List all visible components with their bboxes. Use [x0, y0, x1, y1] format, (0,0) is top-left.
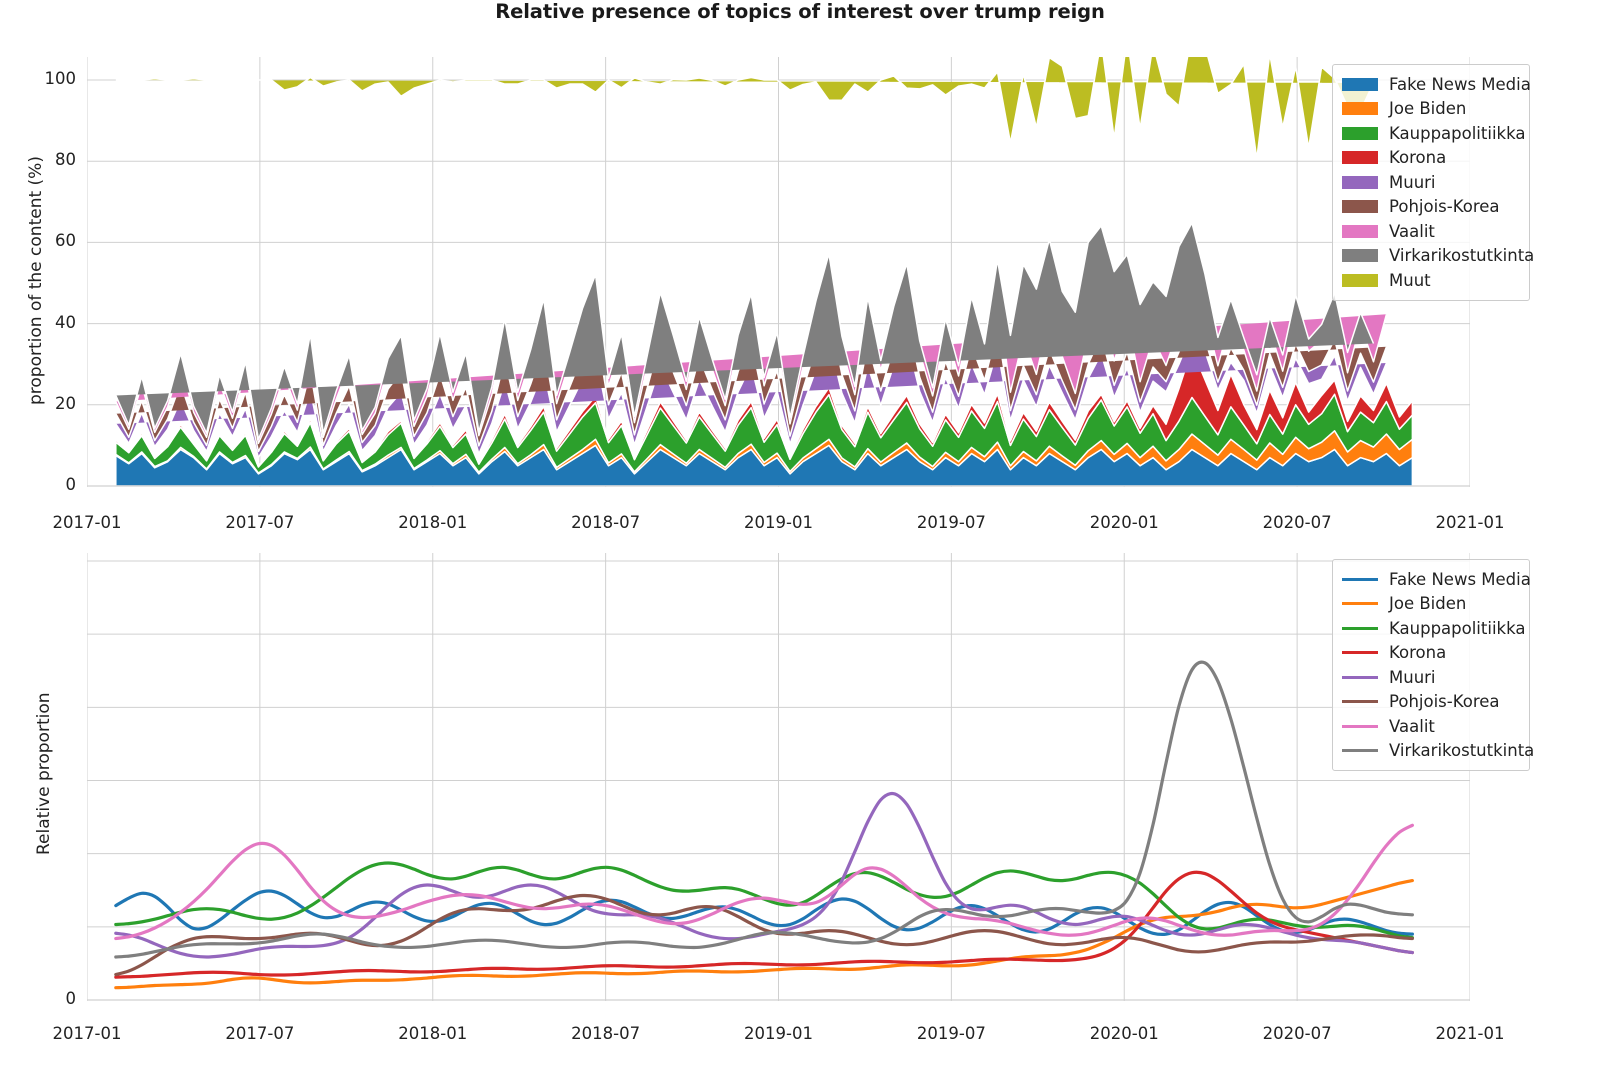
legend-color-swatch-icon	[1342, 175, 1378, 189]
top-y-axis-label: proportion of the content (%)	[26, 156, 46, 405]
top-x-tick: 2019-07	[916, 513, 986, 532]
legend-color-swatch-icon	[1342, 200, 1378, 214]
top-legend-item[interactable]: Muuri	[1342, 170, 1519, 195]
top-x-tick: 2017-07	[225, 513, 295, 532]
top-legend-item[interactable]: Virkarikostutkinta	[1342, 244, 1534, 269]
legend-item-label: Vaalit	[1389, 716, 1435, 736]
top-legend-item[interactable]: Korona	[1342, 146, 1519, 171]
bottom-y-axis-label: Relative proportion	[34, 692, 54, 855]
legend-line-swatch-icon	[1342, 626, 1378, 630]
legend-item-label: Virkarikostutkinta	[1389, 741, 1535, 761]
legend-color-swatch-icon	[1342, 126, 1378, 140]
top-legend-item[interactable]: Vaalit	[1342, 219, 1519, 244]
bottom-x-tick: 2017-01	[52, 1024, 122, 1043]
bottom-x-tick: 2019-07	[916, 1024, 986, 1043]
top-x-tick: 2019-01	[744, 513, 813, 532]
bottom-legend-item[interactable]: Pohjois-Korea	[1342, 690, 1519, 715]
top-y-tick: 80	[55, 150, 76, 170]
legend-item-label: Fake News Media	[1389, 569, 1531, 589]
legend-item-label: Virkarikostutkinta	[1389, 246, 1535, 266]
top-chart-legend[interactable]: Fake News Media Joe Biden Kauppapolitiikka…	[1332, 64, 1534, 301]
legend-item-label: Joe Biden	[1389, 594, 1467, 614]
top-y-tick: 0	[65, 475, 77, 494]
figure-title: Relative presence of topics of interest …	[495, 0, 1105, 23]
top-legend-item[interactable]: Muut	[1342, 268, 1519, 293]
legend-line-swatch-icon	[1342, 577, 1378, 581]
legend-item-label: Kauppapolitiikka	[1389, 618, 1526, 638]
legend-item-label: Pohjois-Korea	[1389, 197, 1500, 217]
top-legend-item[interactable]: Fake News Media	[1342, 72, 1531, 97]
bottom-x-tick: 2020-01	[1089, 1024, 1159, 1043]
bottom-legend-item[interactable]: Kauppapolitiikka	[1342, 616, 1525, 641]
stacked-area-plot-area	[87, 57, 1470, 487]
bottom-x-tick: 2018-07	[571, 1024, 641, 1043]
bottom-legend-item[interactable]: Virkarikostutkinta	[1342, 739, 1534, 764]
line-chart	[87, 553, 1470, 1001]
legend-line-swatch-icon	[1342, 602, 1378, 606]
legend-item-label: Korona	[1389, 643, 1447, 663]
figure-root: Relative presence of topics of interest …	[0, 0, 1600, 1067]
top-x-tick: 2018-07	[571, 513, 641, 532]
legend-item-label: Muuri	[1389, 667, 1436, 687]
top-y-tick: 100	[44, 69, 77, 88]
bottom-legend-item[interactable]: Joe Biden	[1342, 592, 1519, 617]
bottom-x-tick: 2020-07	[1262, 1024, 1332, 1043]
legend-color-swatch-icon	[1342, 273, 1378, 287]
legend-item-label: Muuri	[1389, 172, 1436, 192]
bottom-x-tick: 2018-01	[398, 1024, 468, 1043]
legend-line-swatch-icon	[1342, 675, 1378, 679]
top-x-tick: 2017-01	[52, 513, 122, 532]
bottom-chart-legend[interactable]: Fake News Media Joe Biden Kauppapolitiikka…	[1332, 559, 1534, 771]
legend-line-swatch-icon	[1342, 724, 1378, 728]
legend-line-swatch-icon	[1342, 749, 1378, 753]
bottom-legend-item[interactable]: Fake News Media	[1342, 567, 1531, 592]
legend-item-label: Vaalit	[1389, 221, 1435, 241]
legend-color-swatch-icon	[1342, 224, 1378, 238]
top-x-tick: 2020-07	[1262, 513, 1332, 532]
legend-line-swatch-icon	[1342, 651, 1378, 655]
top-y-tick: 40	[55, 312, 76, 332]
top-x-tick: 2020-01	[1089, 513, 1159, 532]
legend-color-swatch-icon	[1342, 102, 1378, 116]
legend-item-label: Joe Biden	[1389, 99, 1467, 119]
bottom-legend-item[interactable]: Korona	[1342, 641, 1519, 666]
top-legend-item[interactable]: Joe Biden	[1342, 97, 1519, 122]
top-x-tick: 2018-01	[398, 513, 468, 532]
top-y-tick: 60	[55, 231, 76, 251]
legend-color-swatch-icon	[1342, 77, 1378, 91]
bottom-y-tick: 0	[65, 989, 77, 1008]
legend-color-swatch-icon	[1342, 249, 1378, 263]
legend-item-label: Korona	[1389, 148, 1447, 168]
top-legend-item[interactable]: Kauppapolitiikka	[1342, 121, 1525, 146]
top-legend-item[interactable]: Pohjois-Korea	[1342, 195, 1519, 220]
stacked-area-chart	[87, 57, 1470, 487]
bottom-legend-item[interactable]: Vaalit	[1342, 714, 1519, 739]
bottom-x-tick: 2021-01	[1435, 1024, 1505, 1043]
top-y-tick: 20	[55, 393, 76, 413]
line-plot-area	[87, 553, 1470, 1001]
legend-item-label: Fake News Media	[1389, 74, 1531, 94]
legend-color-swatch-icon	[1342, 151, 1378, 165]
bottom-legend-item[interactable]: Muuri	[1342, 665, 1519, 690]
legend-item-label: Muut	[1389, 270, 1431, 290]
bottom-x-tick: 2017-07	[225, 1024, 295, 1043]
top-x-tick: 2021-01	[1435, 513, 1505, 532]
legend-item-label: Kauppapolitiikka	[1389, 123, 1526, 143]
legend-line-swatch-icon	[1342, 700, 1378, 704]
bottom-x-tick: 2019-01	[744, 1024, 813, 1043]
legend-item-label: Pohjois-Korea	[1389, 692, 1500, 712]
